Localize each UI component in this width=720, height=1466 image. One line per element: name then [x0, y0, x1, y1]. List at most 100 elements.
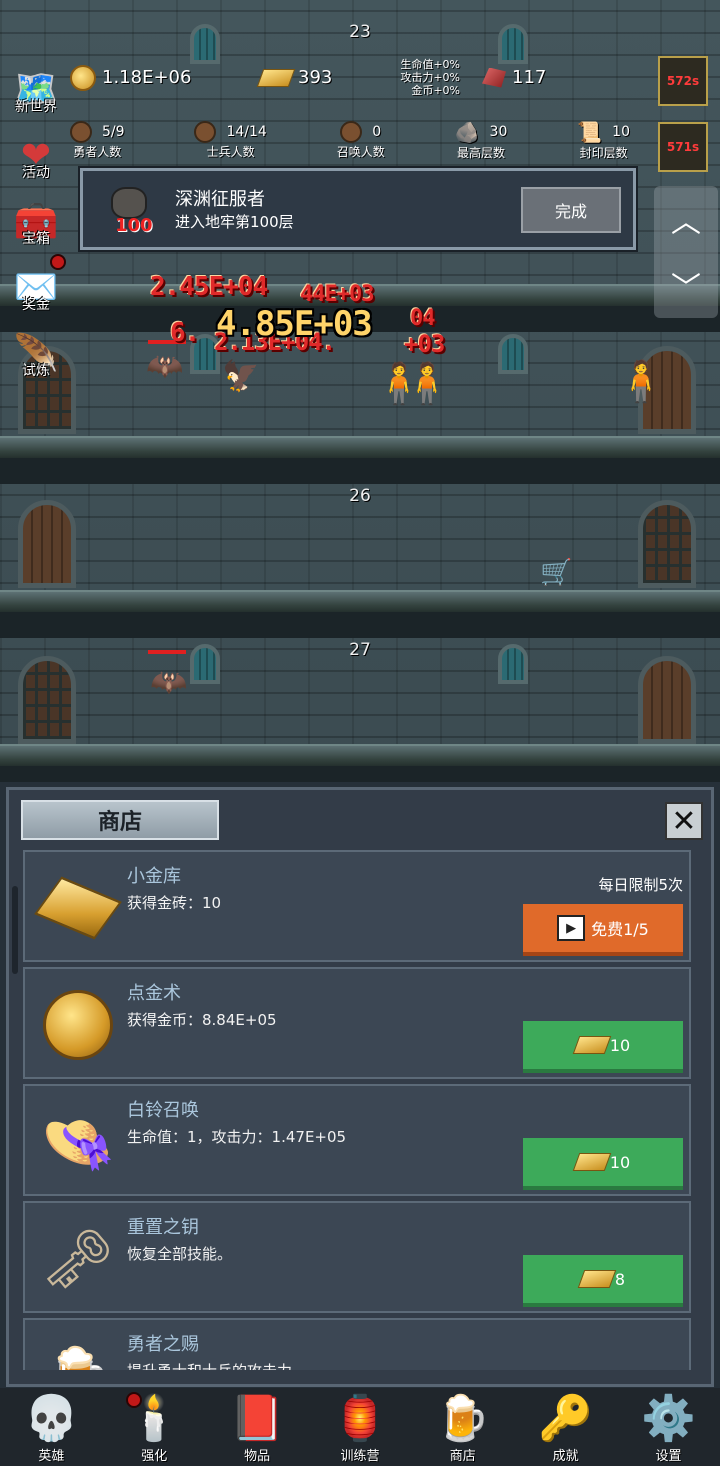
gold-bar-value: 393	[298, 67, 333, 88]
left-menu: 🗺️ 新世界 ❤ 活动 🧰 宝箱 ✉️ 奖金 🪶 试炼	[4, 50, 68, 380]
menu-events[interactable]: ❤ 活动	[4, 116, 68, 182]
gem-value: 117	[512, 67, 547, 88]
nav-settings[interactable]: ⚙️ 设置	[618, 1388, 718, 1466]
menu-bonus[interactable]: ✉️ 奖金	[4, 248, 68, 314]
video-icon: ▶	[557, 915, 586, 941]
party-stats: 5/9 勇者人数 14/14 士兵人数 0 召唤人数 🪨 30 最高层数 📜 10 …	[70, 120, 630, 161]
menu-trial[interactable]: 🪶 试炼	[4, 314, 68, 380]
nav-label: 强化	[141, 1449, 168, 1464]
menu-label: 宝箱	[22, 231, 50, 247]
dungeon-door	[18, 500, 76, 588]
summon-girl-icon: 👒	[40, 1107, 116, 1178]
buy-button[interactable]: 8	[523, 1255, 683, 1307]
bonus-atk: 攻击力+0%	[400, 71, 460, 84]
item-desc: 提升勇士和士兵的攻击力。	[127, 1360, 307, 1370]
resource-bar: 1.18E+06 393 生命值+0% 攻击力+0% 金币+0% 117	[70, 58, 650, 97]
dungeon-window	[498, 644, 528, 684]
max-floor-label: 最高层数	[456, 146, 505, 160]
sealed-floor-count: 📜 10 封印层数	[577, 120, 630, 161]
gold-bar-icon	[256, 68, 296, 87]
chevron-down-icon[interactable]: ﹀	[671, 263, 701, 307]
timer-text: 572s	[666, 74, 700, 88]
bat-enemy[interactable]: 🦇	[150, 668, 187, 698]
floor-number: 23	[349, 22, 371, 42]
menu-label: 新世界	[15, 99, 57, 115]
summons-count: 0 召唤人数	[337, 121, 385, 160]
gold-coin-icon	[35, 983, 121, 1067]
timer-box-2[interactable]: 571s	[658, 122, 708, 172]
shop-list[interactable]: 小金库 获得金砖：10 每日限制5次 ▶ 免费1/5 点金术 获得金币：8.84…	[23, 850, 691, 1370]
key-icon: 🗝	[41, 1224, 115, 1293]
max-floor-value: 30	[489, 124, 508, 140]
dungeon-window	[498, 334, 528, 374]
lantern-icon: 🏮	[332, 1393, 388, 1444]
coin-icon	[70, 64, 96, 91]
watch-ad-button[interactable]: ▶ 免费1/5	[523, 904, 683, 956]
gold-coin-value: 1.18E+06	[102, 67, 192, 88]
key-icon: 🔑	[538, 1393, 594, 1444]
soldiers-label: 士兵人数	[206, 145, 255, 159]
heroes-count: 5/9 勇者人数	[70, 121, 125, 160]
dungeon-door	[638, 656, 696, 744]
dungeon-gate	[18, 656, 76, 744]
hero-warriors[interactable]: 🧍	[402, 364, 452, 404]
sealed-floor-label: 封印层数	[579, 146, 628, 160]
mug-icon: 🍺	[35, 1334, 121, 1370]
hero-hammer[interactable]: 🧍	[616, 362, 666, 402]
scroll-icon: 📜	[577, 120, 603, 144]
item-name: 点金术	[127, 983, 181, 1004]
menu-new-world[interactable]: 🗺️ 新世界	[4, 50, 68, 116]
floor-number: 27	[349, 640, 371, 660]
timer-text: 571s	[666, 140, 700, 154]
shop-item-summon: 👒 白铃召唤 生命值：1，攻击力：1.47E+05 10	[23, 1084, 691, 1196]
nav-training-camp[interactable]: 🏮 训练营	[310, 1388, 410, 1466]
item-desc: 生命值：1，攻击力：1.47E+05	[127, 1128, 347, 1146]
item-name: 白铃召唤	[127, 1100, 199, 1121]
bonus-hp: 生命值+0%	[400, 58, 460, 71]
gold-bar-icon	[572, 1153, 612, 1171]
menu-treasure-chest[interactable]: 🧰 宝箱	[4, 182, 68, 248]
heroes-value: 5/9	[102, 124, 125, 140]
soldiers-value: 14/14	[226, 124, 267, 140]
achievement-complete-button[interactable]: 完成	[521, 187, 621, 233]
broken-cart: 🛒	[540, 558, 573, 588]
summons-label: 召唤人数	[336, 145, 385, 159]
price: 10	[609, 1152, 631, 1172]
dungeon-view: 23 🦇 🦅 🧍 🧍 🧍 26 🛒 27 🦇 2.45E+04 44E+03 6…	[0, 0, 720, 782]
nav-label: 商店	[449, 1449, 476, 1464]
dungeon-window	[190, 644, 220, 684]
achievement-desc: 进入地牢第100层	[175, 213, 294, 231]
close-icon: ✕	[671, 803, 697, 839]
achievement-icon: 100	[105, 187, 153, 236]
menu-label: 奖金	[22, 297, 50, 313]
floor-ledge	[0, 436, 720, 460]
max-floor-count: 🪨 30 最高层数	[455, 120, 508, 161]
bird-enemy[interactable]: 🦅	[222, 362, 259, 392]
close-button[interactable]: ✕	[665, 802, 703, 840]
gem-counter: 117	[482, 67, 546, 88]
gold-bar-counter: 393	[256, 67, 380, 88]
achievement-popup: 100 深渊征服者 进入地牢第100层 完成	[80, 168, 636, 250]
menu-label: 活动	[22, 165, 50, 181]
achievement-title: 深渊征服者	[175, 189, 265, 210]
gold-bar-icon	[34, 866, 122, 950]
damage-number-critical: 4.85E+03	[216, 304, 373, 344]
bonus-stats: 生命值+0% 攻击力+0% 金币+0%	[380, 58, 460, 97]
nav-achievements[interactable]: 🔑 成就	[516, 1388, 616, 1466]
shop-title: 商店	[21, 800, 219, 840]
nav-items[interactable]: 📕 物品	[207, 1388, 307, 1466]
floor-ledge	[0, 744, 720, 768]
soldier-head-icon	[194, 121, 217, 143]
buy-button[interactable]: 10	[523, 1138, 683, 1190]
beer-mug-icon: 🍺	[435, 1393, 491, 1444]
nav-heroes[interactable]: 💀 英雄	[1, 1388, 101, 1466]
buy-button[interactable]: 10	[523, 1021, 683, 1073]
nav-shop[interactable]: 🍺 商店	[413, 1388, 513, 1466]
bat-enemy[interactable]: 🦇	[146, 352, 183, 382]
nav-upgrade[interactable]: 🕯️ 强化	[104, 1388, 204, 1466]
floor-gap	[0, 612, 720, 638]
menu-label: 试炼	[22, 363, 50, 379]
timer-box-1[interactable]: 572s	[658, 56, 708, 106]
summons-value: 0	[372, 124, 382, 140]
chevron-up-icon[interactable]: ︿	[671, 197, 701, 241]
